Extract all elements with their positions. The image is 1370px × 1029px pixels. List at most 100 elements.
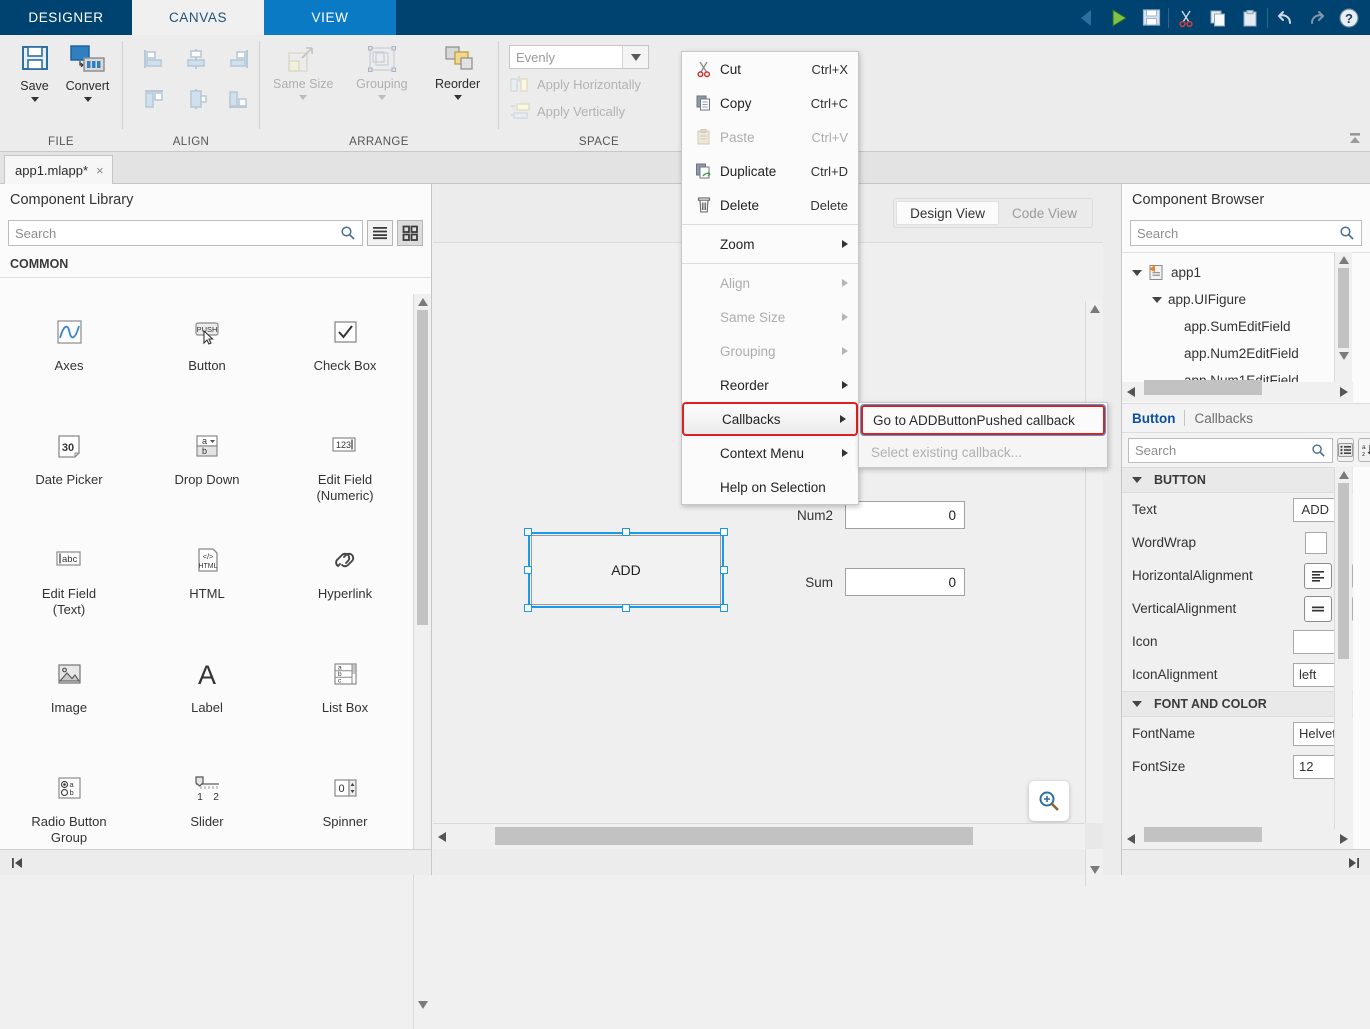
library-item-edit-field-text[interactable]: abc Edit Field(Text) [0,534,138,648]
redo-icon[interactable] [1302,3,1332,33]
property-list-vertical-scrollbar[interactable] [1334,467,1352,845]
tree-node-uifigure[interactable]: app.UIFigure [1122,286,1370,313]
search-input[interactable] [1135,443,1311,458]
chevron-down-icon[interactable] [1132,270,1142,276]
icon-input[interactable] [1293,630,1335,654]
align-bottom-icon[interactable] [225,86,251,112]
property-list-horizontal-scrollbar[interactable] [1122,829,1353,849]
align-middle-icon[interactable] [183,86,209,112]
close-icon[interactable]: × [96,163,104,178]
chevron-down-icon[interactable] [1152,297,1162,303]
search-input[interactable] [15,226,340,241]
tab-callbacks[interactable]: Callbacks [1194,411,1253,426]
apply-vertically-button[interactable]: Apply Vertically [509,99,649,123]
fontname-input[interactable]: Helvet [1293,722,1335,746]
cut-icon[interactable] [1171,3,1201,33]
hscroll-track[interactable] [451,824,1085,850]
chevron-down-icon[interactable] [378,95,386,100]
ribbon-tab-canvas[interactable]: CANVAS [132,0,264,35]
component-library-vertical-scrollbar[interactable] [413,294,431,1029]
scroll-up-icon[interactable] [1335,467,1352,483]
resize-handle-s[interactable] [622,604,630,612]
ribbon-convert-button[interactable]: Convert [63,39,112,102]
resize-handle-se[interactable] [720,604,728,612]
library-item-hyperlink[interactable]: Hyperlink [276,534,414,648]
context-menu-item-cut[interactable]: Cut Ctrl+X [682,52,858,86]
scroll-up-icon[interactable] [1086,301,1103,317]
library-item-drop-down[interactable]: a b Drop Down [138,420,276,534]
scrollbar-thumb[interactable] [1144,380,1262,395]
tab-design-view[interactable]: Design View [896,201,999,225]
scroll-down-icon[interactable] [414,997,431,1013]
library-item-edit-field-numeric[interactable]: 123 Edit Field(Numeric) [276,420,414,534]
document-tab-app1[interactable]: app1.mlapp* × [4,155,113,184]
scroll-to-end-icon[interactable] [1347,856,1361,870]
library-item-axes[interactable]: Axes [0,306,138,420]
property-section-font-and-color[interactable]: FONT AND COLOR [1122,691,1353,717]
num2-edit-field[interactable]: 0 [845,501,965,529]
ribbon-tab-designer[interactable]: DESIGNER [0,0,132,35]
ribbon-tab-view[interactable]: VIEW [264,0,396,35]
property-text-input[interactable]: ADD [1293,498,1335,522]
resize-handle-w[interactable] [524,566,532,574]
sum-edit-field[interactable]: 0 [845,568,965,596]
chevron-down-icon[interactable] [1132,701,1142,707]
tab-code-view[interactable]: Code View [999,201,1090,225]
resize-handle-nw[interactable] [524,528,532,536]
context-menu-item-copy[interactable]: Copy Ctrl+C [682,86,858,120]
scroll-right-icon[interactable] [1335,827,1353,851]
chevron-down-icon[interactable] [1132,477,1142,483]
canvas-horizontal-scrollbar[interactable] [433,823,1103,849]
tree-node-app1[interactable]: app1 [1122,259,1370,286]
context-menu-item-callbacks[interactable]: Callbacks [682,402,858,436]
save-icon[interactable] [1136,3,1166,33]
component-browser-search-input[interactable] [1130,220,1362,246]
library-item-html[interactable]: </> HTML HTML [138,534,276,648]
ribbon-collapse-icon[interactable] [1346,129,1364,147]
hscroll-track[interactable] [1140,379,1335,405]
resize-handle-ne[interactable] [720,528,728,536]
align-center-icon[interactable] [183,46,209,72]
chevron-down-icon[interactable] [454,95,462,100]
scrollbar-thumb[interactable] [417,310,428,625]
scrollbar-thumb[interactable] [1338,268,1349,348]
search-input[interactable] [1137,226,1339,241]
library-item-date-picker[interactable]: 30 Date Picker [0,420,138,534]
tree-node-num2-edit-field[interactable]: app.Num2EditField [1122,340,1370,367]
align-top-icon[interactable] [141,86,167,112]
scroll-left-icon[interactable] [1122,827,1140,851]
space-dropdown[interactable]: Evenly [509,45,649,69]
scroll-left-icon[interactable] [433,825,451,849]
align-right-icon[interactable] [225,46,251,72]
iconalignment-dropdown[interactable]: left [1293,663,1335,687]
resize-handle-sw[interactable] [524,604,532,612]
scrollbar-thumb[interactable] [1338,483,1349,659]
chevron-down-icon[interactable] [299,95,307,100]
sort-alphabetically-button[interactable]: a z [1358,438,1370,462]
context-menu-item-context-menu[interactable]: Context Menu [682,436,858,470]
context-menu-item-help-on-selection[interactable]: Help on Selection [682,470,858,504]
context-menu-item-delete[interactable]: Delete Delete [682,188,858,222]
scrollbar-thumb[interactable] [495,827,973,845]
context-menu-item-zoom[interactable]: Zoom [682,227,858,261]
chevron-down-icon[interactable] [84,97,92,102]
group-properties-button[interactable] [1337,438,1354,462]
wordwrap-checkbox[interactable] [1305,532,1327,554]
ribbon-samesize-button[interactable]: Same Size [270,39,337,100]
context-menu-item-reorder[interactable]: Reorder [682,368,858,402]
property-section-button[interactable]: BUTTON [1122,467,1353,493]
library-item-button[interactable]: PUSH Button [138,306,276,420]
undo-icon[interactable] [1270,3,1300,33]
scroll-right-icon[interactable] [1335,380,1353,404]
ribbon-reorder-button[interactable]: Reorder [427,39,488,100]
library-grid-view-button[interactable] [397,220,423,246]
copy-icon[interactable] [1203,3,1233,33]
component-library-search-input[interactable] [8,220,363,246]
ribbon-grouping-button[interactable]: Grouping [349,39,416,100]
library-item-label-component[interactable]: A Label [138,648,276,762]
help-icon[interactable]: ? [1334,3,1364,33]
tree-horizontal-scrollbar[interactable] [1122,382,1353,402]
run-icon[interactable] [1104,3,1134,33]
resize-handle-n[interactable] [622,528,630,536]
chevron-down-icon[interactable] [31,97,39,102]
